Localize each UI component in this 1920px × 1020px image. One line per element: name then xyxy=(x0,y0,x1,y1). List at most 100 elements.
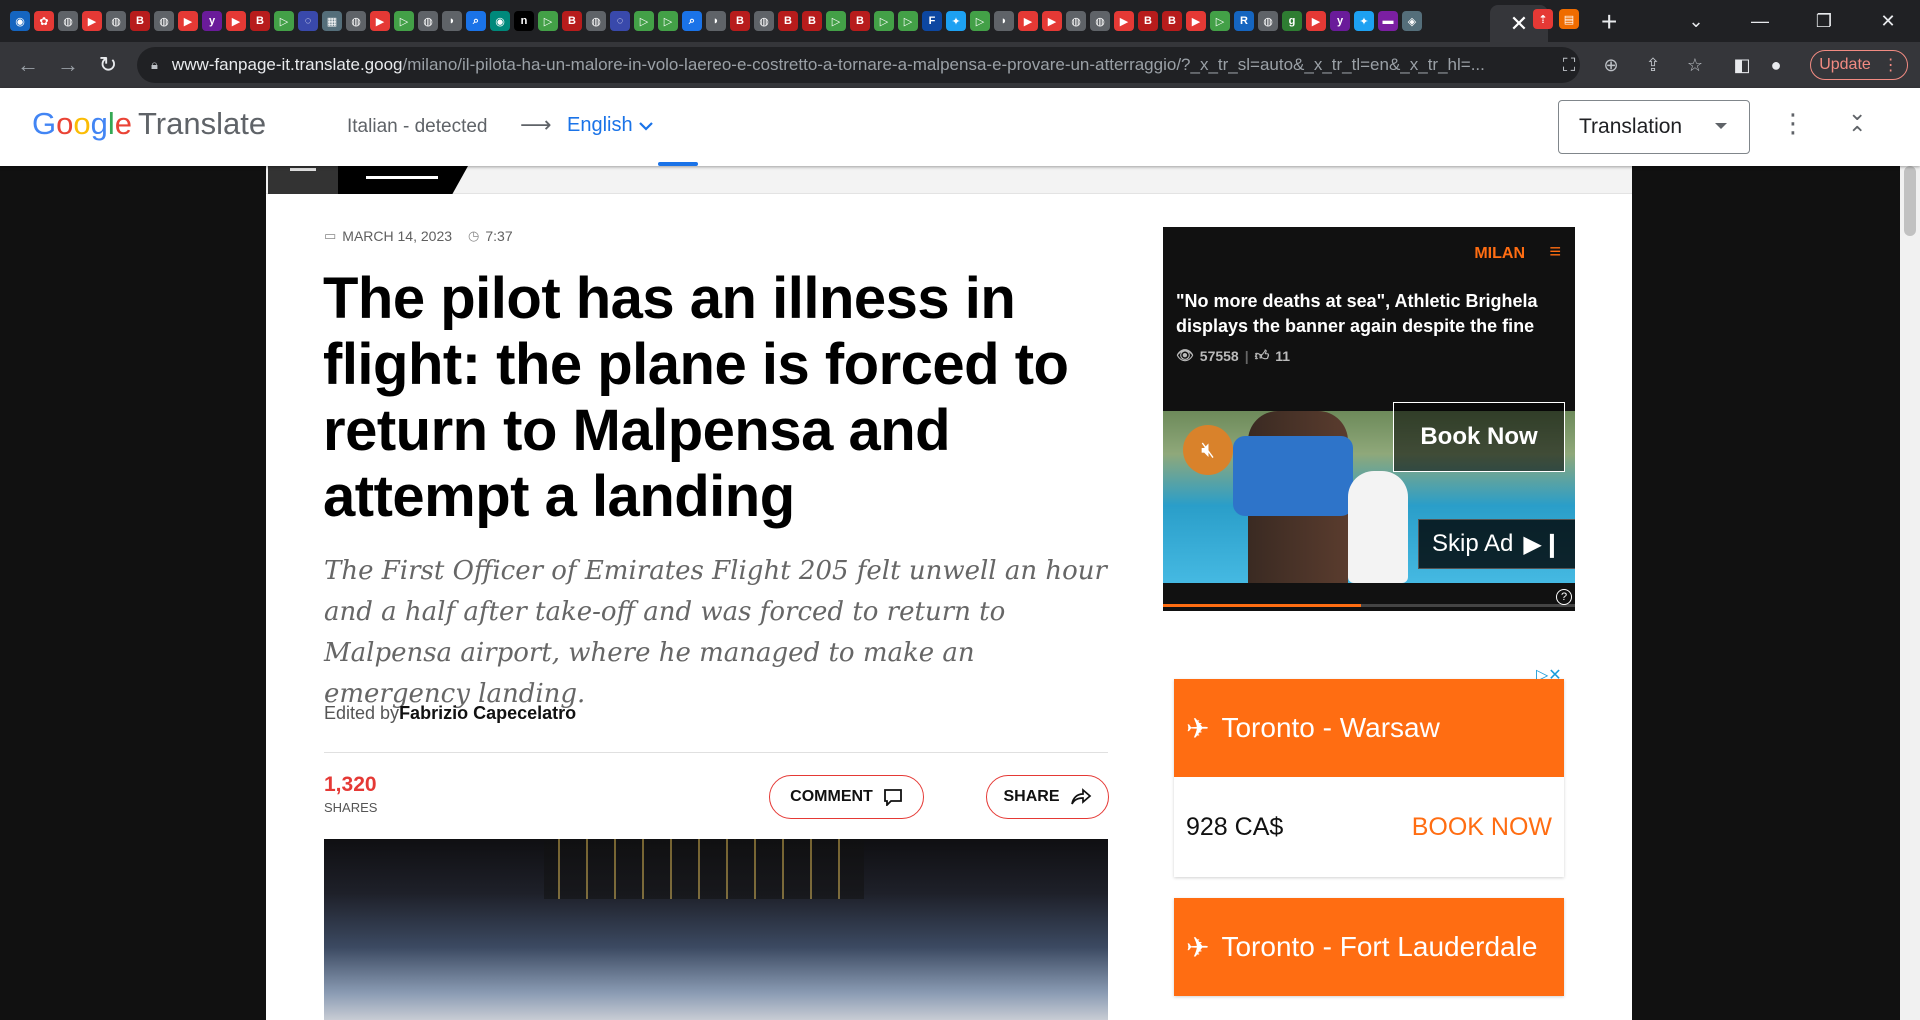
tab-favicon-icon[interactable]: ✦ xyxy=(946,11,966,31)
tab-favicon-icon[interactable]: ▶ xyxy=(1306,11,1326,31)
translate-icon[interactable]: ⛶ xyxy=(1555,49,1583,81)
tab-favicon-icon[interactable]: ◗ xyxy=(442,11,462,31)
tab-favicon-icon[interactable]: ✿ xyxy=(34,11,54,31)
tab-favicon-icon[interactable]: ◍ xyxy=(1090,11,1110,31)
tab-favicon-icon[interactable]: ✦ xyxy=(1354,11,1374,31)
share-page-icon[interactable]: ⇪ xyxy=(1639,49,1667,81)
tab-favicon-icon[interactable]: ▷ xyxy=(634,11,654,31)
tab-favicon-icon[interactable]: B xyxy=(1162,11,1182,31)
playlist-icon[interactable]: ≡ xyxy=(1549,241,1561,264)
tab-favicon-icon[interactable]: ◍ xyxy=(586,11,606,31)
tab-search-chevron-icon[interactable]: ⌄ xyxy=(1664,0,1728,42)
tab-favicon-icon[interactable]: y xyxy=(202,11,222,31)
side-panel-icon[interactable]: ◧ xyxy=(1728,49,1756,81)
translate-more-options-icon[interactable]: ⋮ xyxy=(1780,108,1806,139)
author-name[interactable]: Fabrizio Capecelatro xyxy=(399,703,576,723)
reload-icon[interactable]: ↻ xyxy=(92,49,124,81)
tab-favicon-icon[interactable]: y xyxy=(1330,11,1350,31)
tab-favicon-icon[interactable]: ▷ xyxy=(538,11,558,31)
book-now-button[interactable]: Book Now xyxy=(1393,402,1565,472)
tab-favicon-icon[interactable]: ▤ xyxy=(1559,9,1579,29)
tab-favicons[interactable]: ◉ ✿ ◍ ▶ ◍ B ◍ ▶ y ▶ B ▷ ◌ ▦ ◍ ▶ ▷ ◍ ◗ ⌕ ◉ n ▷ B ◍ ◌ ▷ ▷ ⌕ ◗ B ◍ B B ▷ B ▷ ▷ F ✦… xyxy=(10,9,1422,33)
translation-mode-select[interactable]: Translation xyxy=(1558,100,1750,154)
tab-favicon-icon[interactable]: ◍ xyxy=(58,11,78,31)
ad-video-title[interactable]: "No more deaths at sea", Athletic Brighe… xyxy=(1176,289,1566,339)
scrollbar-thumb[interactable] xyxy=(1904,166,1916,236)
tab-favicon-icon[interactable]: ▷ xyxy=(658,11,678,31)
target-language-selector[interactable]: English xyxy=(567,114,653,137)
tab-favicon-icon[interactable]: ◍ xyxy=(346,11,366,31)
forward-icon[interactable]: → xyxy=(52,49,84,81)
skip-ad-button[interactable]: Skip Ad ▶❙ xyxy=(1418,519,1575,569)
article-hero-image[interactable] xyxy=(324,839,1108,1020)
bookmark-star-icon[interactable]: ☆ xyxy=(1681,49,1709,81)
tab-favicon-icon[interactable]: ◈ xyxy=(1402,11,1422,31)
tab-favicon-icon[interactable]: F xyxy=(922,11,942,31)
tab-favicon-icon[interactable]: ◗ xyxy=(994,11,1014,31)
tab-favicon-icon[interactable]: B xyxy=(730,11,750,31)
tab-favicon-icon[interactable]: ◍ xyxy=(154,11,174,31)
tab-favicon-icon[interactable]: B xyxy=(850,11,870,31)
tab-favicon-icon[interactable]: B xyxy=(250,11,270,31)
tab-favicon-icon[interactable]: ▬ xyxy=(1378,11,1398,31)
tab-favicon-icon[interactable]: ▷ xyxy=(1210,11,1230,31)
address-bar[interactable]: 🔒︎ www-fanpage-it.translate.goog/milano/… xyxy=(137,47,1580,83)
tab-favicon-icon[interactable]: B xyxy=(778,11,798,31)
google-translate-logo[interactable]: Google Translate xyxy=(32,106,266,142)
book-now-link[interactable]: BOOK NOW xyxy=(1412,813,1552,842)
tab-favicon-icon[interactable]: B xyxy=(802,11,822,31)
tab-favicon-icon[interactable]: g xyxy=(1282,11,1302,31)
tab-favicon-icon[interactable]: ▶ xyxy=(178,11,198,31)
tab-favicon-icon[interactable]: ⌕ xyxy=(682,11,702,31)
tab-favicon-icon[interactable]: ▶ xyxy=(1042,11,1062,31)
close-window-icon[interactable]: ✕ xyxy=(1856,0,1920,42)
tab-favicon-icon[interactable]: n xyxy=(514,11,534,31)
lock-icon[interactable]: 🔒︎ xyxy=(151,57,158,73)
new-tab-button[interactable]: + xyxy=(1601,6,1617,38)
extra-tab-favicons[interactable]: ⇡ ▤ xyxy=(1533,9,1579,29)
tab-favicon-icon[interactable]: ◌ xyxy=(298,11,318,31)
page-scrollbar[interactable] xyxy=(1900,166,1920,1020)
tab-favicon-icon[interactable]: ◉ xyxy=(10,11,30,31)
tab-favicon-icon[interactable]: B xyxy=(562,11,582,31)
tab-favicon-icon[interactable]: ▷ xyxy=(274,11,294,31)
tab-favicon-icon[interactable]: ◌ xyxy=(610,11,630,31)
tab-favicon-icon[interactable]: ▶ xyxy=(1186,11,1206,31)
tab-favicon-icon[interactable]: ▶ xyxy=(1018,11,1038,31)
ad-category[interactable]: MILAN xyxy=(1474,245,1525,263)
tab-favicon-icon[interactable]: ◍ xyxy=(754,11,774,31)
tab-favicon-icon[interactable]: ▦ xyxy=(322,11,342,31)
tab-favicon-icon[interactable]: B xyxy=(130,11,150,31)
tab-favicon-icon[interactable]: ◗ xyxy=(706,11,726,31)
minimize-icon[interactable]: — xyxy=(1728,0,1792,42)
tab-favicon-icon[interactable]: B xyxy=(1138,11,1158,31)
tab-favicon-icon[interactable]: ▶ xyxy=(226,11,246,31)
tab-favicon-icon[interactable]: R xyxy=(1234,11,1254,31)
more-menu-icon[interactable]: ⋮ xyxy=(1883,55,1899,75)
tab-favicon-icon[interactable]: ◉ xyxy=(490,11,510,31)
mute-icon[interactable]: 🔇︎ xyxy=(1183,425,1233,475)
tab-favicon-icon[interactable]: ▶ xyxy=(82,11,102,31)
tab-favicon-icon[interactable]: ▷ xyxy=(898,11,918,31)
tab-favicon-icon[interactable]: ▷ xyxy=(394,11,414,31)
tab-favicon-icon[interactable]: ◍ xyxy=(1258,11,1278,31)
tab-favicon-icon[interactable]: ▶ xyxy=(1114,11,1134,31)
zoom-icon[interactable]: ⊕ xyxy=(1597,49,1625,81)
share-button[interactable]: SHARE xyxy=(986,775,1109,819)
hamburger-menu-icon[interactable] xyxy=(268,166,338,194)
tab-favicon-icon[interactable]: ▷ xyxy=(874,11,894,31)
profile-icon[interactable]: ● xyxy=(1762,49,1790,81)
flight-ad[interactable]: ✈ Toronto - Warsaw 928 CA$ BOOK NOW xyxy=(1174,679,1564,877)
help-icon[interactable]: ? xyxy=(1556,589,1572,605)
tab-close-icon[interactable]: ✕ xyxy=(1510,11,1528,37)
update-button[interactable]: Update ⋮ xyxy=(1810,50,1908,80)
tab-favicon-icon[interactable]: ◍ xyxy=(418,11,438,31)
tab-favicon-icon[interactable]: ▷ xyxy=(826,11,846,31)
comment-button[interactable]: COMMENT xyxy=(769,775,924,819)
tab-favicon-icon[interactable]: ▷ xyxy=(970,11,990,31)
tab-favicon-icon[interactable]: ▶ xyxy=(370,11,390,31)
tab-favicon-icon[interactable]: ◍ xyxy=(1066,11,1086,31)
tab-favicon-icon[interactable]: ◍ xyxy=(106,11,126,31)
back-icon[interactable]: ← xyxy=(12,49,44,81)
restore-icon[interactable]: ❐ xyxy=(1792,0,1856,42)
